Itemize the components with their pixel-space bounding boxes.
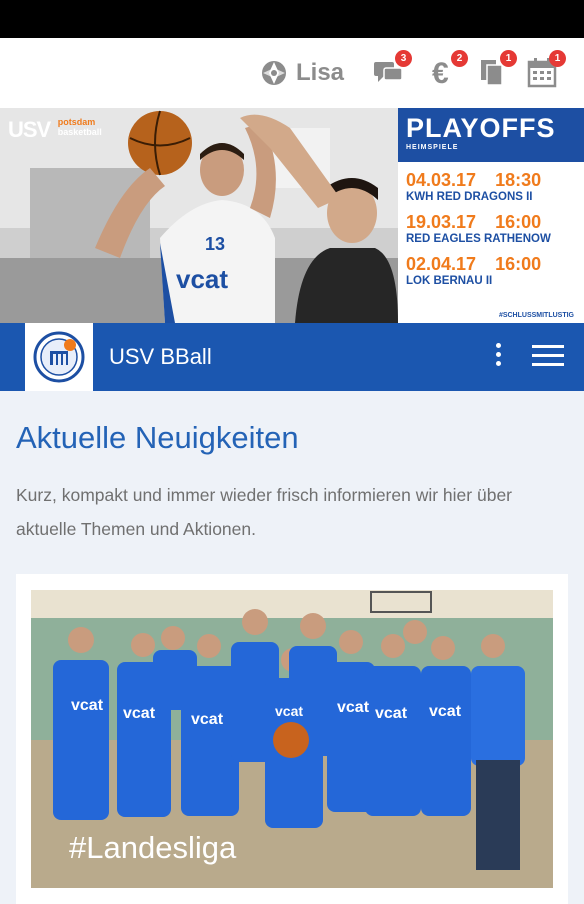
game-date: 04.03.17 18:30 bbox=[406, 170, 542, 190]
playoffs-banner[interactable]: vcat 13 USV potsdam basketball PLAYOFFS … bbox=[0, 108, 584, 323]
club-logo: USV potsdam basketball bbox=[8, 117, 102, 142]
top-bar: Lisa 3 € 2 1 1 bbox=[0, 38, 584, 108]
club-crest-icon bbox=[33, 331, 85, 383]
club-badge[interactable] bbox=[25, 323, 93, 391]
game-opponent: RED EAGLES RATHENOW bbox=[406, 233, 551, 245]
svg-text:vcat: vcat bbox=[71, 697, 104, 714]
playoffs-header: PLAYOFFS HEIMSPIELE bbox=[398, 108, 584, 162]
svg-text:vcat: vcat bbox=[275, 703, 303, 719]
game-item: 04.03.17 18:30 KWH RED DRAGONS II bbox=[398, 170, 584, 204]
calendar-badge: 1 bbox=[549, 50, 566, 67]
svg-text:vcat: vcat bbox=[429, 703, 462, 720]
jersey-sponsor: vcat bbox=[176, 264, 228, 294]
messages-badge: 3 bbox=[395, 50, 412, 67]
more-options-icon[interactable] bbox=[490, 343, 506, 371]
user-profile[interactable]: Lisa bbox=[260, 59, 344, 87]
game-item: 19.03.17 16:00 RED EAGLES RATHENOW bbox=[398, 212, 584, 246]
game-opponent: KWH RED DRAGONS II bbox=[406, 191, 533, 203]
svg-text:vcat: vcat bbox=[337, 699, 370, 716]
jersey-number: 13 bbox=[205, 234, 225, 254]
user-name: Lisa bbox=[296, 59, 345, 86]
playoffs-hashtag: #SCHLUSSMITLUSTIG bbox=[498, 312, 574, 319]
game-date: 19.03.17 16:00 bbox=[406, 212, 542, 232]
playoffs-subtitle: HEIMSPIELE bbox=[406, 144, 459, 151]
svg-text:vcat: vcat bbox=[123, 705, 156, 722]
calendar-button[interactable]: 1 bbox=[526, 50, 566, 88]
news-card[interactable]: vcat vcat vcat vcat vcat vcat vcat #Land… bbox=[16, 574, 568, 904]
menu-icon[interactable] bbox=[532, 345, 564, 369]
app-title: USV BBall bbox=[109, 344, 212, 369]
news-heading: Aktuelle Neuigkeiten bbox=[16, 420, 299, 455]
app-navbar: USV BBall bbox=[0, 323, 584, 391]
playoffs-title: PLAYOFFS bbox=[406, 113, 556, 143]
user-logo-icon bbox=[262, 61, 286, 85]
playoffs-panel: PLAYOFFS HEIMSPIELE 04.03.17 18:30 KWH R… bbox=[398, 108, 584, 323]
svg-text:€: € bbox=[432, 57, 449, 88]
game-date: 02.04.17 16:00 bbox=[406, 254, 542, 274]
svg-text:vcat: vcat bbox=[375, 705, 408, 722]
card-tag: #Landesliga bbox=[69, 830, 237, 865]
svg-text:vcat: vcat bbox=[191, 711, 224, 728]
game-opponent: LOK BERNAU II bbox=[406, 275, 493, 287]
documents-badge: 1 bbox=[500, 50, 517, 67]
news-description: Kurz, kompakt und immer wieder frisch in… bbox=[16, 485, 512, 539]
documents-button[interactable]: 1 bbox=[477, 50, 517, 88]
status-bar bbox=[0, 0, 584, 38]
team-photo: vcat vcat vcat vcat vcat vcat vcat #Land… bbox=[31, 590, 553, 888]
game-item: 02.04.17 16:00 LOK BERNAU II bbox=[398, 254, 584, 288]
payments-badge: 2 bbox=[451, 50, 468, 67]
payments-button[interactable]: € 2 bbox=[428, 50, 468, 90]
messages-button[interactable]: 3 bbox=[372, 50, 412, 88]
